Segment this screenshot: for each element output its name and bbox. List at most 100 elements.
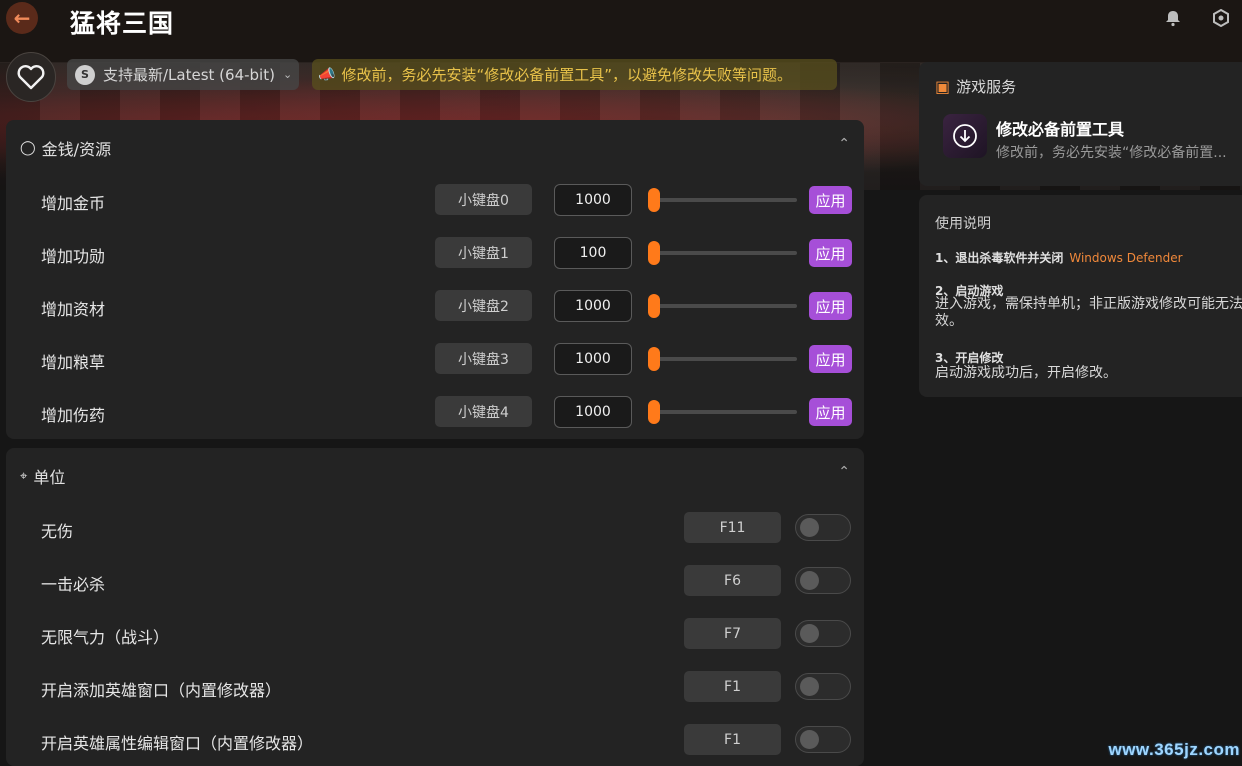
amount-input[interactable]: 1000: [554, 184, 632, 216]
amount-slider[interactable]: [648, 400, 797, 424]
money-bag-icon: ◯: [20, 140, 36, 156]
unit-label: 开启英雄属性编辑窗口（内置修改器）: [41, 734, 314, 753]
slider-thumb[interactable]: [648, 347, 660, 371]
hotkey-button[interactable]: 小键盘4: [435, 396, 532, 427]
amount-slider[interactable]: [648, 347, 797, 371]
resource-label: 增加功勋: [41, 247, 106, 266]
hotkey-button[interactable]: F7: [684, 618, 781, 649]
instructions-title: 使用说明: [935, 216, 991, 232]
resources-header[interactable]: ◯ 金钱/资源: [20, 136, 111, 160]
arrow-left-icon: ←: [13, 6, 31, 30]
hotkey-button[interactable]: F1: [684, 724, 781, 755]
game-service-card: ▣ 游戏服务 修改必备前置工具 修改前，务必先安装“修改必备前置...: [919, 62, 1242, 186]
apply-button[interactable]: 应用: [809, 239, 852, 267]
slider-thumb[interactable]: [648, 241, 660, 265]
hotkey-button[interactable]: F6: [684, 565, 781, 596]
resource-row-materials: 增加资材 小键盘2 1000 应用: [6, 287, 864, 327]
hotkey-button[interactable]: 小键盘1: [435, 237, 532, 268]
toggle-switch[interactable]: [795, 567, 851, 594]
unit-row: 开启英雄属性编辑窗口（内置修改器） F1: [6, 721, 864, 761]
toggle-knob: [800, 677, 819, 696]
amount-slider[interactable]: [648, 241, 797, 265]
chevron-up-icon[interactable]: ⌃: [838, 136, 850, 152]
amount-input[interactable]: 100: [554, 237, 632, 269]
units-header[interactable]: ⌖ 单位: [20, 464, 65, 488]
hotkey-button[interactable]: 小键盘3: [435, 343, 532, 374]
notice-text: 修改前，务必先安装“修改必备前置工具”，以避免修改失败等问题。: [341, 66, 792, 84]
toggle-switch[interactable]: [795, 726, 851, 753]
apply-button[interactable]: 应用: [809, 345, 852, 373]
apply-button[interactable]: 应用: [809, 292, 852, 320]
install-notice: 📣 修改前，务必先安装“修改必备前置工具”，以避免修改失败等问题。: [312, 59, 837, 90]
step-3-title: 3、开启修改: [935, 351, 1004, 365]
step-3-body: 启动游戏成功后，开启修改。: [935, 365, 1117, 381]
unit-row: 无限气力（战斗） F7: [6, 615, 864, 655]
toggle-knob: [800, 571, 819, 590]
favorite-button[interactable]: [6, 52, 56, 102]
title-bar: ← 猛将三国: [0, 0, 1242, 63]
slider-thumb[interactable]: [648, 294, 660, 318]
service-item-desc: 修改前，务必先安装“修改必备前置...: [996, 145, 1227, 161]
resource-row-gold: 增加金币 小键盘0 1000 应用: [6, 181, 864, 221]
heart-icon: [17, 65, 45, 90]
game-service-title-text: 游戏服务: [956, 78, 1017, 96]
unit-row: 无伤 F11: [6, 509, 864, 549]
toggle-switch[interactable]: [795, 514, 851, 541]
chevron-up-icon[interactable]: ⌃: [838, 464, 850, 480]
hotkey-button[interactable]: F1: [684, 671, 781, 702]
apply-button[interactable]: 应用: [809, 186, 852, 214]
steam-icon: S: [75, 64, 95, 85]
service-item-title[interactable]: 修改必备前置工具: [996, 116, 1124, 140]
apply-button[interactable]: 应用: [809, 398, 852, 426]
step-1-highlight: Windows Defender: [1069, 251, 1183, 265]
unit-label: 开启添加英雄窗口（内置修改器）: [41, 681, 282, 700]
step-2-body-line2: 效。: [935, 313, 963, 329]
units-header-label: 单位: [33, 468, 66, 487]
version-select[interactable]: S 支持最新/Latest (64-bit) ⌄: [67, 59, 299, 90]
resource-row-food: 增加粮草 小键盘3 1000 应用: [6, 340, 864, 380]
resource-row-medicine: 增加伤药 小键盘4 1000 应用: [6, 393, 864, 433]
units-panel: ⌖ 单位 ⌃ 无伤 F11 一击必杀 F6 无限气力（战斗） F7 开启添加英雄…: [6, 448, 864, 766]
resource-row-merit: 增加功勋 小键盘1 100 应用: [6, 234, 864, 274]
hotkey-button[interactable]: F11: [684, 512, 781, 543]
toggle-knob: [800, 624, 819, 643]
amount-slider[interactable]: [648, 188, 797, 212]
app-title: 猛将三国: [70, 9, 175, 38]
amount-input[interactable]: 1000: [554, 396, 632, 428]
toggle-switch[interactable]: [795, 673, 851, 700]
download-icon[interactable]: [943, 114, 987, 158]
instructions-card: 使用说明 1、退出杀毒软件并关闭 Windows Defender 2、启动游戏 …: [919, 195, 1242, 397]
unit-label: 无限气力（战斗）: [41, 628, 170, 647]
resource-label: 增加资材: [41, 300, 106, 319]
toggle-knob: [800, 518, 819, 537]
resources-header-label: 金钱/资源: [41, 140, 112, 159]
unit-row: 一击必杀 F6: [6, 562, 864, 602]
toggle-knob: [800, 730, 819, 749]
resource-label: 增加伤药: [41, 406, 106, 425]
site-watermark: www.365jz.com: [1108, 740, 1240, 759]
megaphone-icon: 📣: [318, 66, 336, 83]
slider-thumb[interactable]: [648, 400, 660, 424]
resource-label: 增加金币: [41, 194, 106, 213]
nodes-icon: ⌖: [20, 468, 28, 484]
unit-label: 无伤: [41, 522, 74, 541]
unit-row: 开启添加英雄窗口（内置修改器） F1: [6, 668, 864, 708]
back-button[interactable]: ←: [6, 2, 38, 34]
hotkey-button[interactable]: 小键盘2: [435, 290, 532, 321]
step-1: 1、退出杀毒软件并关闭 Windows Defender: [935, 249, 1183, 266]
amount-slider[interactable]: [648, 294, 797, 318]
chevron-down-icon: ⌄: [282, 68, 293, 81]
amount-input[interactable]: 1000: [554, 343, 632, 375]
resources-panel: ◯ 金钱/资源 ⌃ 增加金币 小键盘0 1000 应用 增加功勋 小键盘1 10…: [6, 120, 864, 439]
cube-icon: ▣: [935, 77, 951, 96]
slider-thumb[interactable]: [648, 188, 660, 212]
amount-input[interactable]: 1000: [554, 290, 632, 322]
settings-icon[interactable]: [1211, 8, 1231, 28]
unit-label: 一击必杀: [41, 575, 106, 594]
toggle-switch[interactable]: [795, 620, 851, 647]
version-label: 支持最新/Latest (64-bit): [103, 66, 275, 84]
bell-icon[interactable]: [1163, 8, 1183, 28]
hotkey-button[interactable]: 小键盘0: [435, 184, 532, 215]
resource-label: 增加粮草: [41, 353, 106, 372]
step-1-title: 1、退出杀毒软件并关闭: [935, 251, 1064, 265]
